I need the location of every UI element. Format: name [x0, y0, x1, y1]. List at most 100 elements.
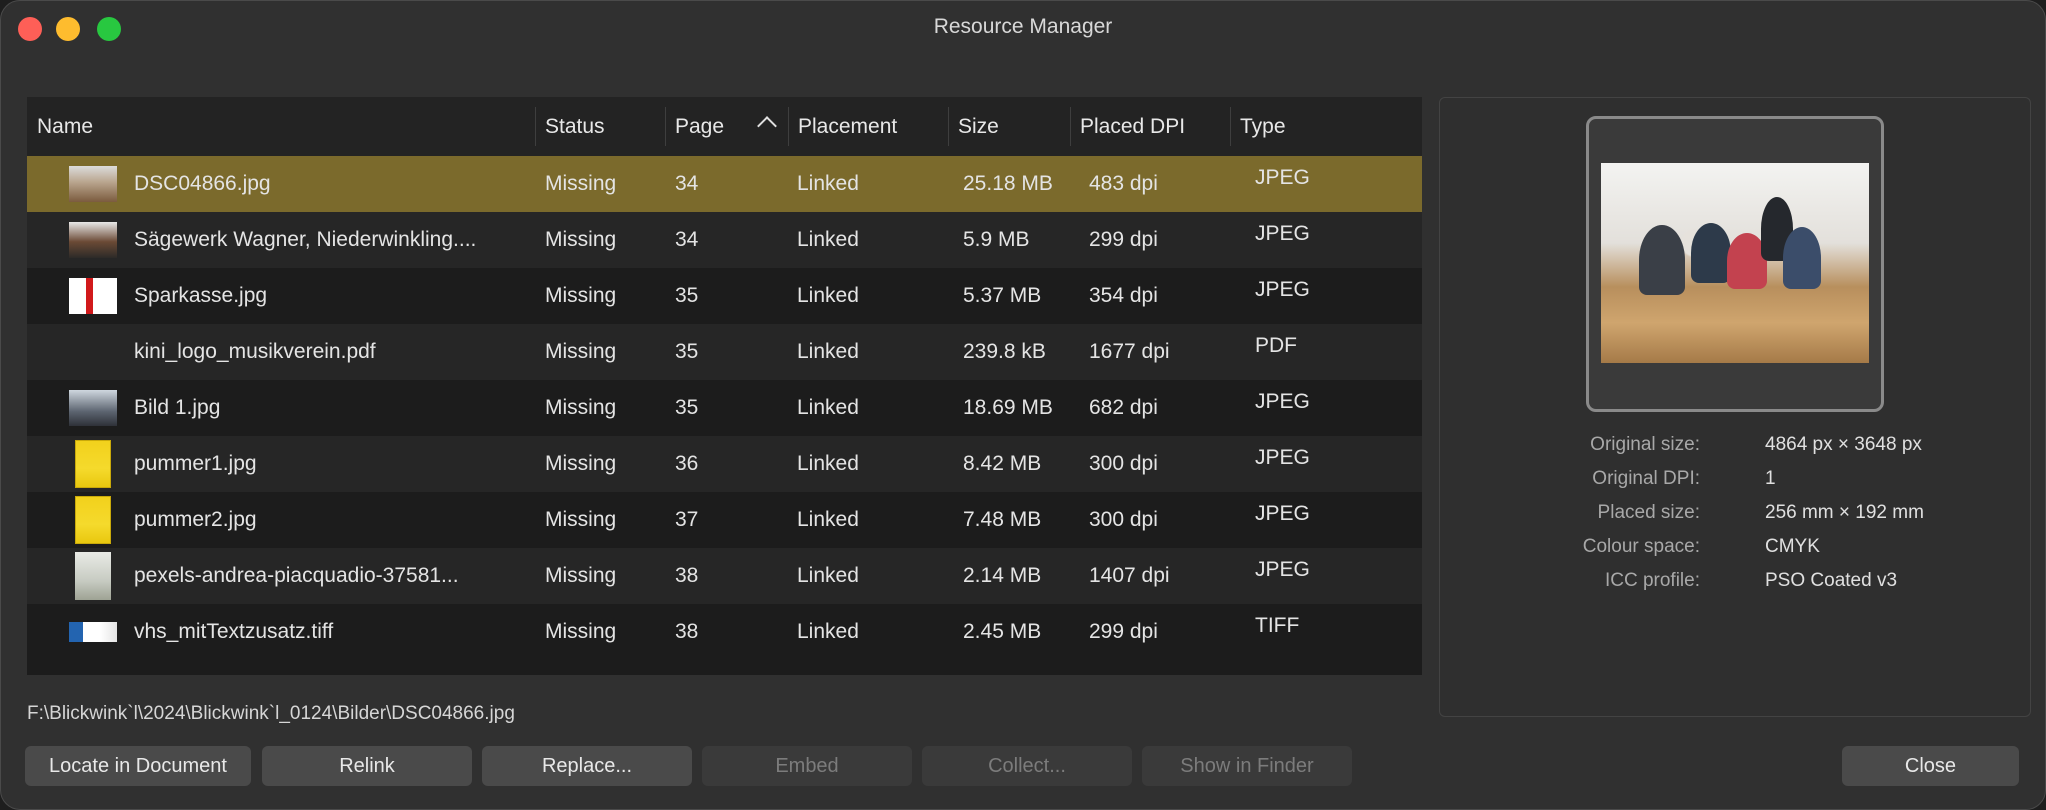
table-row[interactable]: Sparkasse.jpg Missing 35 Linked 5.37 MB 354 d…	[27, 268, 1422, 324]
table-row[interactable]: DSC04866.jpg Missing 34 Linked 25.18 MB 483 d…	[27, 156, 1422, 212]
cell-type: JPEG	[1255, 166, 1310, 189]
cell-size: 8.42 MB	[963, 452, 1042, 475]
property-label: ICC profile:	[1604, 570, 1700, 591]
cell-dpi: 483 dpi	[1089, 172, 1158, 195]
cell-status: Missing	[545, 172, 617, 195]
person-figure	[1783, 227, 1821, 289]
property-value: PSO Coated v3	[1765, 570, 1898, 591]
cell-dpi: 299 dpi	[1089, 228, 1158, 251]
column-header-placement[interactable]: Placement	[788, 97, 948, 156]
cell-size: 2.14 MB	[963, 564, 1042, 587]
cell-status: Missing	[545, 284, 617, 307]
thumbnail-image	[75, 496, 111, 544]
cell-name: pexels-andrea-piacquadio-37581...	[134, 564, 459, 587]
thumbnail-image	[75, 440, 111, 488]
table-row[interactable]: Bild 1.jpg Missing 35 Linked 18.69 MB 682 dpi…	[27, 380, 1422, 436]
table-row[interactable]: pexels-andrea-piacquadio-37581... Missing…	[27, 548, 1422, 604]
thumbnail-image	[69, 222, 117, 258]
thumbnail-image	[75, 552, 111, 600]
cell-placement: Linked	[797, 228, 859, 251]
cell-name: Bild 1.jpg	[134, 396, 221, 419]
cell-status: Missing	[545, 620, 617, 643]
table-row[interactable]: pummer1.jpg Missing 36 Linked 8.42 MB 300 dpi…	[27, 436, 1422, 492]
cell-page: 37	[675, 508, 699, 531]
cell-placement: Linked	[797, 620, 859, 643]
cell-size: 18.69 MB	[963, 396, 1053, 419]
resource-table[interactable]: Name Status Page Placement Size Placed D…	[27, 97, 1422, 675]
cell-name: pummer1.jpg	[134, 452, 257, 475]
property-colour-space: Colour space: CMYK	[1440, 536, 2030, 566]
embed-button[interactable]: Embed	[702, 746, 912, 786]
column-header-name[interactable]: Name	[27, 97, 535, 156]
cell-status: Missing	[545, 228, 617, 251]
cell-placement: Linked	[797, 396, 859, 419]
relink-button[interactable]: Relink	[262, 746, 472, 786]
cell-placement: Linked	[797, 564, 859, 587]
thumbnail-image	[69, 334, 117, 370]
table-row[interactable]: Sägewerk Wagner, Niederwinkling.... Missi…	[27, 212, 1422, 268]
property-original-dpi: Original DPI: 1	[1440, 468, 2030, 498]
property-icc-profile: ICC profile: PSO Coated v3	[1440, 570, 2030, 600]
property-label: Original DPI:	[1592, 468, 1700, 489]
property-original-size: Original size: 4864 px × 3648 px	[1440, 434, 2030, 464]
cell-dpi: 354 dpi	[1089, 284, 1158, 307]
thumbnail-image	[69, 622, 117, 642]
table-row[interactable]: kini_logo_musikverein.pdf Missing 35 Linked…	[27, 324, 1422, 380]
thumbnail-image	[69, 166, 117, 202]
property-value: 1	[1765, 468, 1776, 489]
property-label: Original size:	[1590, 434, 1700, 455]
table-rows: DSC04866.jpg Missing 34 Linked 25.18 MB 483 d…	[27, 156, 1422, 660]
replace-button[interactable]: Replace...	[482, 746, 692, 786]
cell-name: kini_logo_musikverein.pdf	[134, 340, 376, 363]
cell-page: 34	[675, 228, 699, 251]
column-header-status[interactable]: Status	[535, 97, 665, 156]
file-path: F:\Blickwink`l\2024\Blickwink`l_0124\Bil…	[27, 703, 515, 724]
column-header-type[interactable]: Type	[1230, 97, 1422, 156]
cell-placement: Linked	[797, 284, 859, 307]
cell-dpi: 300 dpi	[1089, 508, 1158, 531]
property-label: Colour space:	[1582, 536, 1700, 557]
column-header-placed-dpi[interactable]: Placed DPI	[1070, 97, 1230, 156]
cell-placement: Linked	[797, 452, 859, 475]
property-value: 256 mm × 192 mm	[1765, 502, 1924, 523]
chevron-up-icon	[757, 116, 777, 136]
cell-type: JPEG	[1255, 558, 1310, 581]
thumbnail-image	[69, 278, 117, 314]
cell-type: TIFF	[1255, 614, 1300, 637]
column-header-size[interactable]: Size	[948, 97, 1070, 156]
person-figure	[1639, 225, 1685, 295]
property-value: CMYK	[1765, 536, 1820, 557]
cell-status: Missing	[545, 564, 617, 587]
cell-name: vhs_mitTextzusatz.tiff	[134, 620, 334, 643]
locate-in-document-button[interactable]: Locate in Document	[25, 746, 251, 786]
cell-dpi: 682 dpi	[1089, 396, 1158, 419]
person-figure	[1691, 223, 1731, 283]
cell-placement: Linked	[797, 340, 859, 363]
cell-status: Missing	[545, 396, 617, 419]
cell-size: 5.9 MB	[963, 228, 1030, 251]
cell-page: 34	[675, 172, 699, 195]
close-button[interactable]: Close	[1842, 746, 2019, 786]
cell-type: JPEG	[1255, 278, 1310, 301]
cell-status: Missing	[545, 340, 617, 363]
cell-size: 2.45 MB	[963, 620, 1042, 643]
column-header-page[interactable]: Page	[665, 97, 788, 156]
cell-page: 38	[675, 620, 699, 643]
cell-dpi: 1677 dpi	[1089, 340, 1170, 363]
column-header-page-label: Page	[675, 115, 725, 138]
table-row[interactable]: pummer2.jpg Missing 37 Linked 7.48 MB 300 dpi…	[27, 492, 1422, 548]
cell-name: Sparkasse.jpg	[134, 284, 268, 307]
resource-manager-window: Resource Manager Name Status Page Placem…	[0, 0, 2046, 810]
cell-page: 35	[675, 396, 699, 419]
cell-name: pummer2.jpg	[134, 508, 257, 531]
cell-type: JPEG	[1255, 222, 1310, 245]
show-in-finder-button[interactable]: Show in Finder	[1142, 746, 1352, 786]
table-row[interactable]: vhs_mitTextzusatz.tiff Missing 38 Linked 2.4…	[27, 604, 1422, 660]
cell-name: DSC04866.jpg	[134, 172, 271, 195]
collect-button[interactable]: Collect...	[922, 746, 1132, 786]
cell-type: PDF	[1255, 334, 1297, 357]
property-value: 4864 px × 3648 px	[1765, 434, 1922, 455]
cell-page: 38	[675, 564, 699, 587]
cell-size: 25.18 MB	[963, 172, 1053, 195]
cell-status: Missing	[545, 452, 617, 475]
